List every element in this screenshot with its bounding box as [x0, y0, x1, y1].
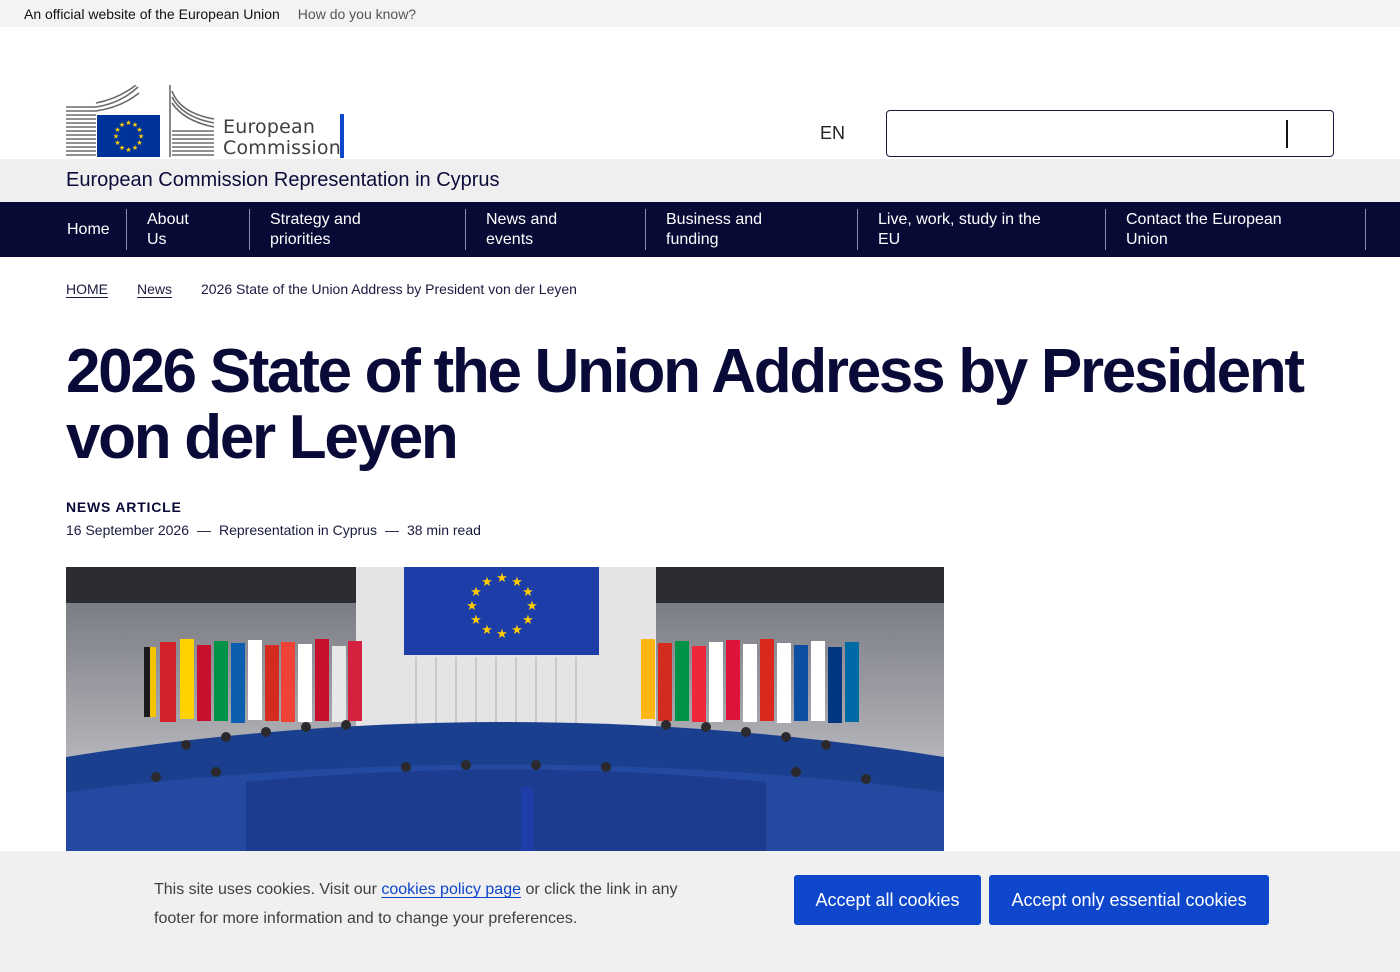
language-selector[interactable]: EN — [820, 123, 845, 144]
nav-label: events — [486, 230, 534, 248]
nav-label: Home — [67, 220, 110, 238]
cookie-consent-banner: This site uses cookies. Visit our cookie… — [0, 851, 1400, 972]
nav-label: Contact the European — [1126, 210, 1282, 228]
nav-label: Us — [147, 230, 167, 248]
nav-label: priorities — [270, 230, 331, 248]
nav-item-contact-eu[interactable]: Contact the European Union — [1106, 209, 1366, 250]
svg-text:★: ★ — [119, 121, 125, 129]
parliament-photo-illustration: ★ ★★ ★★★ ★★★ ★★★ — [66, 567, 944, 857]
meta-separator: — — [384, 522, 399, 538]
accept-all-cookies-button[interactable]: Accept all cookies — [794, 875, 981, 925]
publication-date: 16 September 2026 — [66, 522, 189, 538]
cookie-text-start: This site uses cookies. Visit our — [154, 881, 382, 898]
european-commission-logo[interactable]: ★ ★ ★ ★ ★ ★ ★ ★ ★ ★ ★ ★ European Commission — [66, 85, 356, 161]
text-cursor — [1286, 120, 1288, 148]
search-input[interactable] — [886, 110, 1334, 157]
svg-text:★: ★ — [496, 571, 508, 586]
commission-logo-icon: ★ ★★ ★★★ ★★★ ★★★ — [66, 85, 215, 157]
site-header: ★ ★ ★ ★ ★ ★ ★ ★ ★ ★ ★ ★ European Commission EN — [0, 27, 1400, 159]
logo-accent-bar — [340, 114, 344, 158]
nav-label: Strategy and — [270, 210, 361, 228]
official-website-text: An official website of the European Unio… — [24, 5, 280, 22]
nav-label: funding — [666, 230, 719, 248]
nav-label: Live, work, study in the — [878, 210, 1041, 228]
breadcrumb-news-link[interactable]: News — [137, 281, 172, 297]
svg-text:★: ★ — [526, 599, 538, 614]
article-meta: 16 September 2026 — Representation in Cy… — [66, 522, 481, 538]
svg-text:★: ★ — [470, 613, 482, 628]
svg-text:★: ★ — [496, 627, 508, 642]
nav-item-live-work-study[interactable]: Live, work, study in the EU — [858, 209, 1106, 250]
svg-text:★: ★ — [511, 623, 523, 638]
nav-label: Union — [1126, 230, 1168, 248]
nav-item-home[interactable]: Home — [66, 209, 127, 250]
official-eu-banner: An official website of the European Unio… — [0, 0, 1400, 27]
logo-wordmark: European Commission — [223, 117, 341, 159]
nav-label: EU — [878, 230, 901, 248]
svg-text:★: ★ — [481, 575, 493, 590]
main-navigation: Home About Us Strategy and priorities News… — [0, 202, 1400, 257]
how-do-you-know-link[interactable]: How do you know? — [298, 6, 416, 22]
svg-text:★: ★ — [466, 599, 478, 614]
meta-separator: — — [196, 522, 211, 538]
svg-text:★: ★ — [132, 144, 138, 152]
logo-line-european: European — [223, 116, 316, 138]
nav-item-business-and-funding[interactable]: Business and funding — [646, 209, 858, 250]
article-author: Representation in Cyprus — [218, 522, 377, 538]
svg-text:★: ★ — [481, 623, 493, 638]
breadcrumb-home-link[interactable]: HOME — [66, 281, 108, 297]
svg-text:★: ★ — [522, 613, 534, 628]
nav-label: Business and — [666, 210, 763, 228]
nav-item-strategy-and-priorities[interactable]: Strategy and priorities — [250, 209, 466, 250]
svg-text:★: ★ — [125, 146, 131, 154]
cookies-policy-link[interactable]: cookies policy page — [381, 881, 521, 898]
nav-label: About — [147, 210, 189, 228]
nav-label: News and — [486, 210, 558, 228]
site-name-bar: European Commission Representation in Cy… — [0, 159, 1400, 202]
content-type-label: NEWS ARTICLE — [66, 499, 182, 515]
page-title: 2026 State of the Union Address by Presi… — [66, 337, 1305, 472]
svg-text:★: ★ — [511, 575, 523, 590]
read-time: 38 min read — [406, 522, 481, 538]
nav-item-news-and-events[interactable]: News and events — [466, 209, 646, 250]
svg-text:★: ★ — [522, 585, 534, 600]
nav-item-about-us[interactable]: About Us — [127, 209, 250, 250]
breadcrumb: HOME News 2026 State of the Union Addres… — [66, 281, 577, 297]
breadcrumb-current: 2026 State of the Union Address by Presi… — [201, 281, 577, 297]
svg-text:★: ★ — [125, 119, 131, 127]
logo-line-commission: Commission — [223, 137, 341, 159]
hero-image-parliament-plenary: ★ ★ ★ ★ ★ ★ ★ ★ ★ ★ ★ ★ — [66, 567, 944, 857]
accept-essential-cookies-button[interactable]: Accept only essential cookies — [989, 875, 1269, 925]
site-name[interactable]: European Commission Representation in Cy… — [66, 169, 500, 192]
svg-text:★: ★ — [470, 585, 482, 600]
cookie-message: This site uses cookies. Visit our cookie… — [154, 875, 714, 933]
